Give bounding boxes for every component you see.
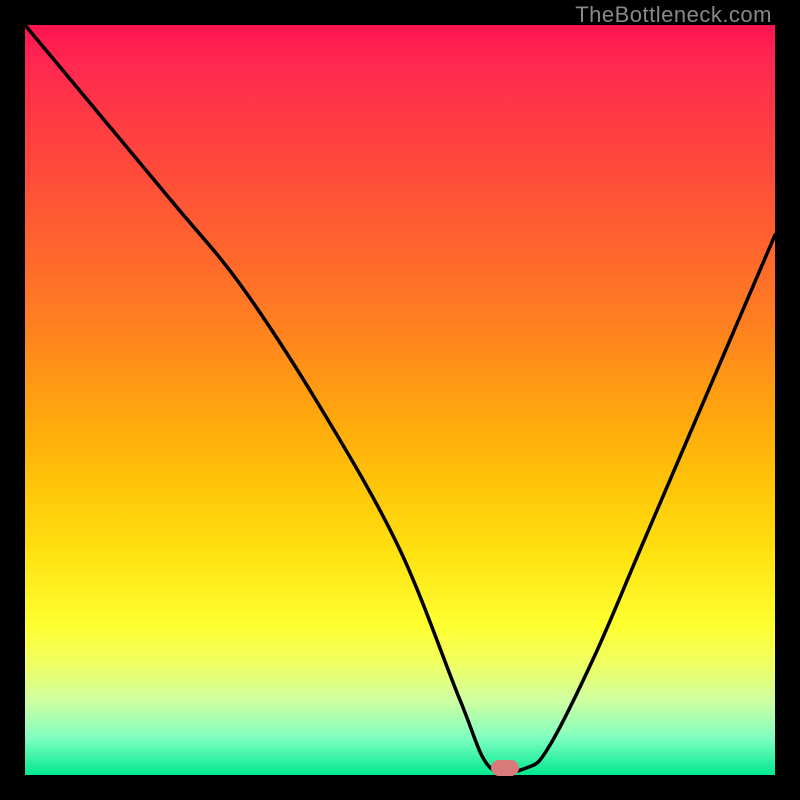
chart-container: TheBottleneck.com [0, 0, 800, 800]
optimal-point-marker [491, 760, 519, 776]
bottleneck-curve [25, 25, 775, 773]
curve-svg [25, 25, 775, 775]
